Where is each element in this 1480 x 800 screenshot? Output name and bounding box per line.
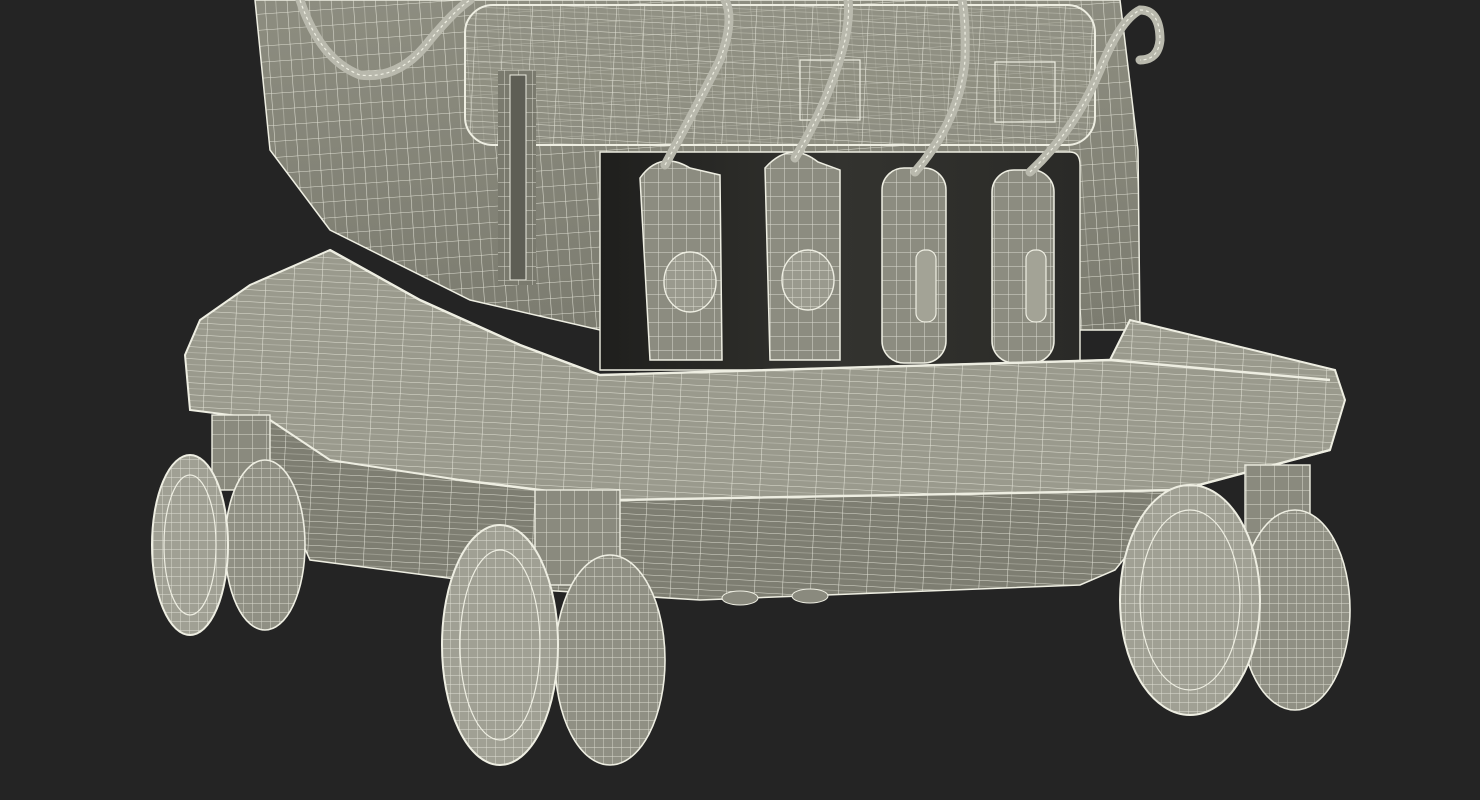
caster-wheel-back-left xyxy=(224,459,306,631)
front-panel xyxy=(464,4,1096,146)
probe-2 xyxy=(764,151,841,361)
caster-wheel-center-back xyxy=(554,554,666,766)
probe-1 xyxy=(639,160,723,361)
side-slot xyxy=(498,70,536,285)
caster-wheel-front-left xyxy=(151,454,229,636)
probe-3 xyxy=(881,167,947,364)
caster-wheel-center-front xyxy=(441,524,559,766)
wireframe-render xyxy=(151,0,1351,766)
render-viewport xyxy=(0,0,1480,800)
caster-wheel-right-front xyxy=(1119,484,1261,716)
probe-4 xyxy=(991,169,1055,364)
